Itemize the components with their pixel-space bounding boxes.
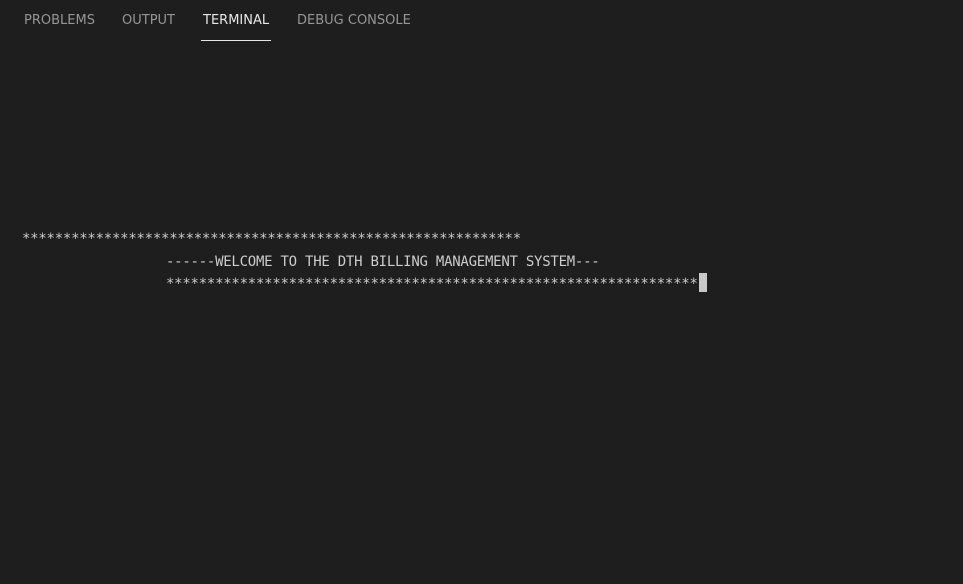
terminal-line: ****************************************… [22,231,521,247]
terminal-cursor [698,273,707,292]
tab-problems[interactable]: PROBLEMS [24,12,95,40]
panel-tab-bar: PROBLEMS OUTPUT TERMINAL DEBUG CONSOLE [0,0,963,42]
terminal-line: ------WELCOME TO THE DTH BILLING MANAGEM… [166,254,600,270]
terminal-line-text: ****************************************… [166,276,698,292]
terminal-area[interactable]: ****************************************… [0,42,963,584]
tab-terminal[interactable]: TERMINAL [201,12,272,41]
terminal-line-with-cursor: ****************************************… [166,273,707,293]
tab-output[interactable]: OUTPUT [122,12,175,40]
tab-debug-console[interactable]: DEBUG CONSOLE [297,12,411,40]
